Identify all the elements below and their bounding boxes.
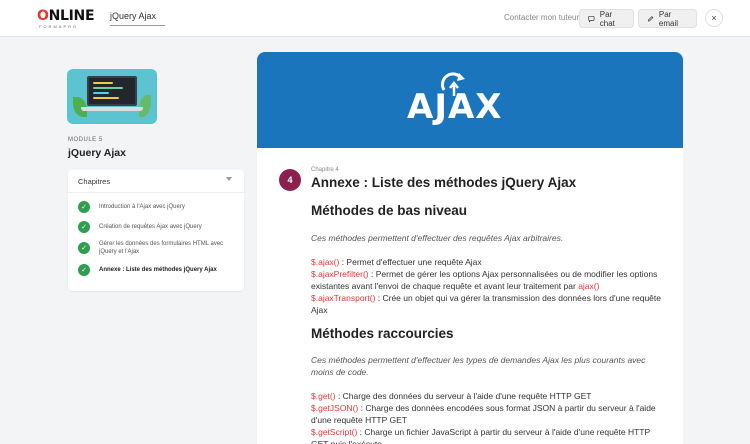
module-thumbnail	[67, 69, 157, 124]
method-name: ajax()	[578, 281, 600, 291]
method-description: : Charge un fichier JavaScript à partir …	[311, 427, 651, 444]
leaf-decoration	[139, 95, 151, 117]
check-icon: ✓	[78, 201, 90, 213]
chapter-item-label: Annexe : Liste des méthodes jQuery Ajax	[99, 267, 217, 273]
section-intro: Ces méthodes permettent d'effectuer des …	[311, 233, 564, 243]
method-name: $.get()	[311, 391, 336, 401]
module-label: MODULE 5	[68, 137, 103, 143]
method-name: $.ajaxPrefilter()	[311, 269, 369, 279]
email-button-label: Par email	[658, 9, 679, 28]
chevron-down-icon	[226, 177, 232, 181]
method-description: : Charge des données du serveur à l'aide…	[335, 391, 592, 401]
logo-text: ONLINE	[37, 8, 95, 24]
method-item: $.get() : Charge des données du serveur …	[311, 390, 663, 402]
contact-tutor-label: Contacter mon tuteur :	[504, 13, 584, 22]
chat-button-label: Par chat	[599, 9, 615, 28]
section-intro: Ces méthodes permettent d'effectuer les …	[311, 355, 646, 377]
chapter-item-label: Gérer les données des formulaires HTML a…	[99, 241, 224, 255]
section-heading: Méthodes raccourcies	[311, 326, 454, 341]
chapters-label: Chapitres	[78, 177, 111, 186]
chat-button[interactable]: Par chat	[579, 9, 634, 28]
check-icon: ✓	[78, 221, 90, 233]
lesson-content: AJAX 4 Chapitre 4 Annexe : Liste des mét…	[257, 52, 683, 444]
email-button[interactable]: Par email	[638, 9, 697, 28]
laptop-illustration	[87, 76, 137, 106]
logo-rest: NLINE	[48, 8, 95, 24]
brand-logo[interactable]: ONLINE FORMAPRO	[37, 8, 95, 30]
method-item: $.ajaxTransport() : Crée un objet qui va…	[311, 292, 663, 316]
laptop-base	[81, 107, 143, 111]
section-heading: Méthodes de bas niveau	[311, 203, 468, 218]
chapter-title: Annexe : Liste des méthodes jQuery Ajax	[311, 175, 577, 190]
check-icon: ✓	[78, 242, 90, 254]
top-header: ONLINE FORMAPRO jQuery Ajax Contacter mo…	[0, 0, 750, 37]
chapter-banner: AJAX	[257, 52, 683, 148]
method-name: $.ajaxTransport()	[311, 293, 376, 303]
chapter-item-label: Introduction à l'Ajax avec jQuery	[99, 204, 185, 210]
method-description: : Permet d'effectuer une requête Ajax	[339, 257, 482, 267]
method-item: $.getJSON() : Charge des données encodée…	[311, 402, 663, 426]
close-icon[interactable]: ×	[705, 9, 723, 27]
chapter-item-label: Création de requêtes Ajax avec jQuery	[99, 224, 202, 230]
method-name: $.ajax()	[311, 257, 340, 267]
ajax-banner-text: AJAX	[407, 87, 503, 127]
method-description: : Charge des données encodées sous forma…	[311, 403, 656, 425]
method-item: $.ajaxPrefilter() : Permet de gérer les …	[311, 268, 663, 292]
logo-subtext: FORMAPRO	[39, 24, 79, 29]
check-icon: ✓	[78, 264, 90, 276]
pencil-icon	[648, 15, 654, 21]
module-title: jQuery Ajax	[68, 147, 126, 159]
method-item: $.ajax() : Permet d'effectuer une requêt…	[311, 256, 663, 268]
method-name: $.getScript()	[311, 427, 358, 437]
chat-bubble-icon	[588, 15, 595, 23]
chapters-dropdown-header[interactable]: Chapitres	[68, 170, 244, 193]
method-item: $.getScript() : Charge un fichier JavaSc…	[311, 426, 663, 444]
chapter-label: Chapitre 4	[311, 167, 339, 173]
method-name: $.getJSON()	[311, 403, 359, 413]
chapters-panel: Chapitres ✓ Introduction à l'Ajax avec j…	[68, 170, 244, 291]
chapter-number-badge: 4	[279, 169, 301, 191]
course-search-input[interactable]: jQuery Ajax	[110, 10, 165, 26]
ajax-logo: AJAX	[407, 70, 539, 127]
